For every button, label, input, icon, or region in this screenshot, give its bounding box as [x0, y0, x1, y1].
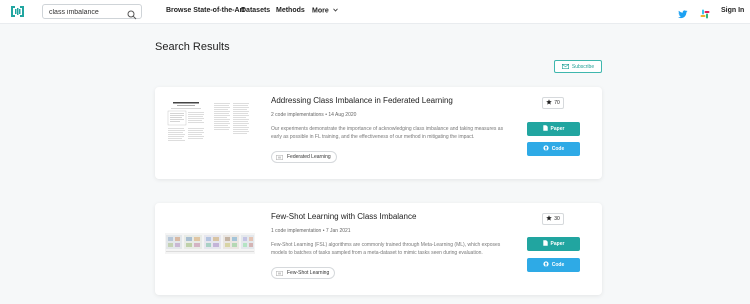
task-icon	[276, 270, 283, 276]
paper-button-label: Paper	[550, 126, 565, 132]
paper-button[interactable]: Paper	[527, 237, 580, 251]
star-icon	[546, 99, 552, 107]
search-input[interactable]	[49, 6, 127, 18]
stars-count: 30	[554, 216, 560, 222]
stars-count: 70	[554, 100, 560, 106]
sign-in-link[interactable]: Sign In	[721, 7, 744, 14]
twitter-icon[interactable]	[678, 6, 688, 19]
top-navbar: Browse State-of-the-Art Datasets Methods…	[0, 0, 750, 24]
code-button[interactable]: Code	[527, 142, 580, 156]
paper-title[interactable]: Addressing Class Imbalance in Federated …	[271, 96, 453, 105]
stars-badge: 70	[542, 97, 564, 109]
chevron-down-icon	[332, 7, 338, 14]
paper-title[interactable]: Few-Shot Learning with Class Imbalance	[271, 212, 416, 221]
result-card: Few-Shot Learning with Class Imbalance 1…	[155, 203, 602, 295]
paper-meta: 2 code implementations • 14 Aug 2020	[271, 112, 357, 118]
github-icon	[543, 261, 549, 269]
paper-meta: 1 code implementation • 7 Jan 2021	[271, 228, 351, 234]
task-tag[interactable]: Few-Shot Learning	[271, 267, 336, 279]
search-icon[interactable]	[127, 7, 137, 20]
paper-button[interactable]: Paper	[527, 122, 580, 136]
nav-datasets[interactable]: Datasets	[241, 7, 270, 14]
mail-icon	[561, 64, 569, 69]
paper-abstract: Our experiments demonstrate the importan…	[271, 126, 504, 140]
nav-methods[interactable]: Methods	[276, 7, 305, 14]
nav-more[interactable]: More	[312, 7, 338, 14]
nav-browse-sota[interactable]: Browse State-of-the-Art	[166, 7, 245, 14]
document-icon	[542, 125, 548, 133]
paper-thumbnail[interactable]	[165, 99, 253, 157]
star-icon	[546, 215, 552, 223]
paper-thumbnail[interactable]	[165, 233, 255, 254]
page-title: Search Results	[155, 41, 230, 53]
result-card: Addressing Class Imbalance in Federated …	[155, 87, 602, 179]
code-button-label: Code	[551, 262, 565, 268]
logo-icon[interactable]	[11, 5, 24, 18]
stars-badge: 30	[542, 213, 564, 225]
document-icon	[542, 240, 548, 248]
github-icon	[543, 145, 549, 153]
task-tag[interactable]: Federated Learning	[271, 151, 337, 163]
task-icon	[276, 154, 283, 160]
code-button-label: Code	[551, 146, 565, 152]
subscribe-label: Subscribe	[571, 63, 595, 70]
search-box[interactable]	[42, 4, 142, 20]
paper-abstract: Few-Shot Learning (FSL) algorithms are c…	[271, 242, 501, 256]
nav-more-label: More	[312, 7, 329, 15]
task-tag-label: Federated Learning	[287, 154, 331, 160]
code-button[interactable]: Code	[527, 258, 580, 272]
subscribe-button[interactable]: Subscribe	[554, 60, 602, 73]
slack-icon[interactable]	[700, 6, 710, 19]
paper-button-label: Paper	[550, 241, 565, 247]
task-tag-label: Few-Shot Learning	[287, 270, 330, 276]
